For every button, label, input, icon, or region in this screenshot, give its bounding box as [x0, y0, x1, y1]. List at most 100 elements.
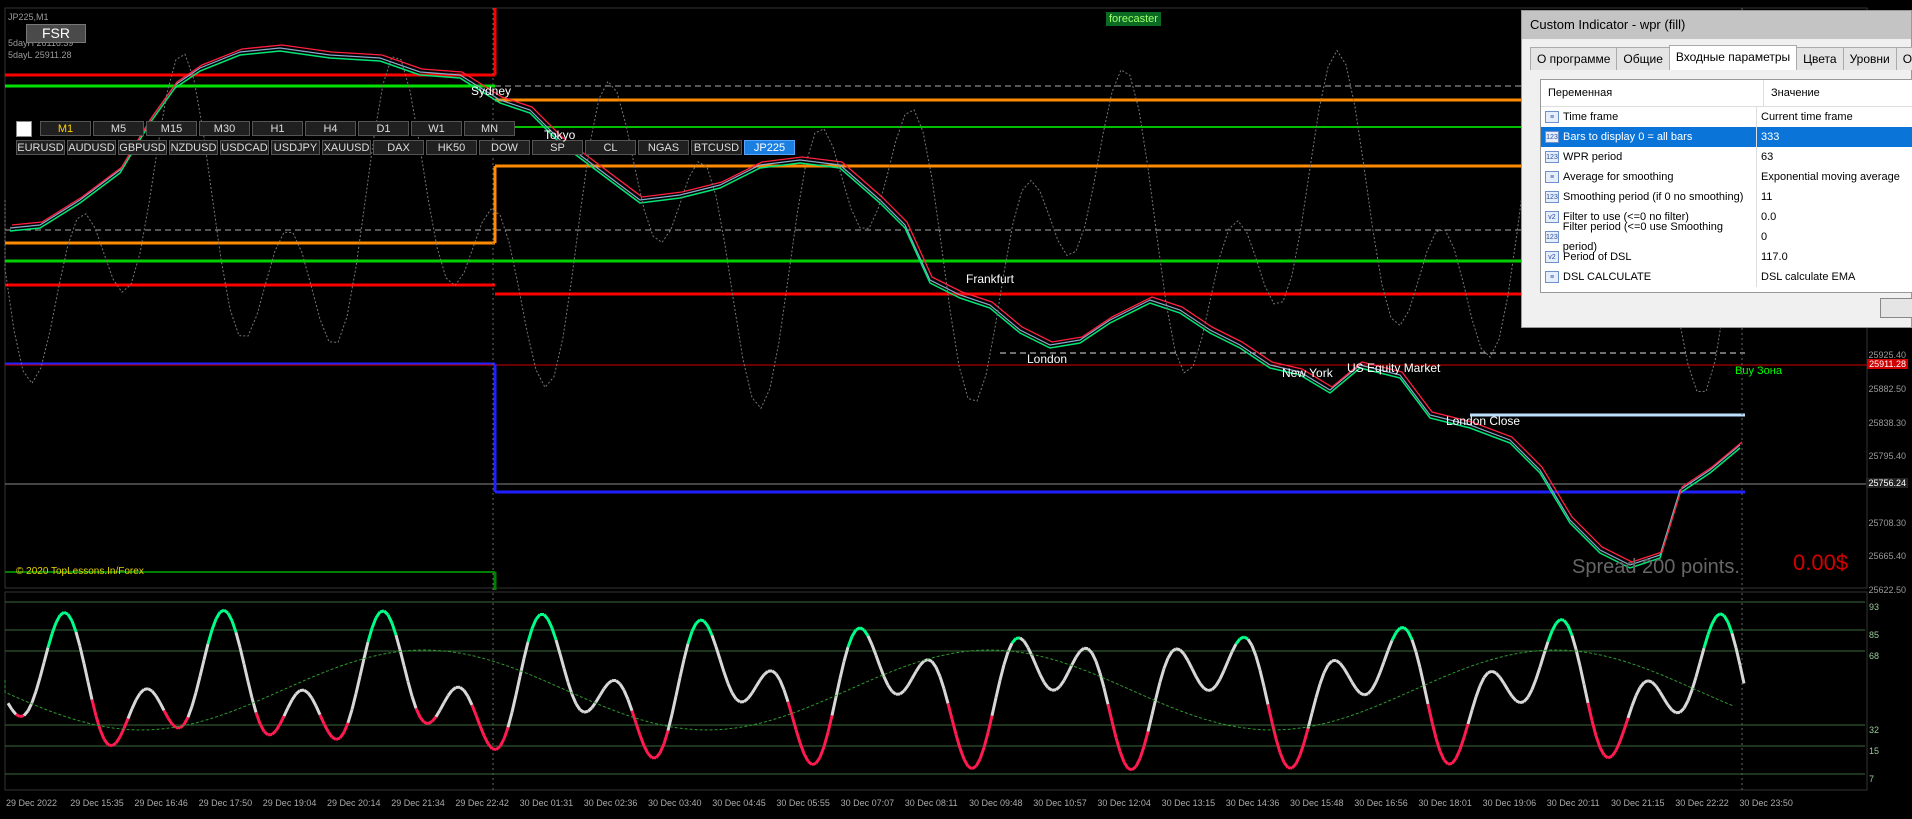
symbol-dax[interactable]: DAX [373, 140, 424, 155]
parameter-name-cell: 123 Filter period (<=0 use Smoothing peri… [1541, 221, 1757, 253]
wpr-oscillator-segment [1566, 625, 1574, 637]
parameter-value[interactable]: Exponential moving average [1757, 167, 1900, 187]
wpr-oscillator-segment [674, 677, 682, 697]
wpr-oscillator-segment [778, 679, 786, 691]
wpr-oscillator-segment [1634, 686, 1642, 697]
fsr-button[interactable]: FSR [26, 24, 86, 43]
wpr-oscillator-segment [626, 698, 634, 712]
wpr-oscillator-segment [63, 610, 69, 616]
parameter-row[interactable]: ≡ Time frame Current time frame [1541, 107, 1912, 127]
wpr-oscillator-segment [1122, 761, 1130, 770]
ok-button[interactable] [1880, 298, 1912, 318]
timeframe-mn[interactable]: MN [464, 121, 515, 136]
timeframe-h4[interactable]: H4 [305, 121, 356, 136]
wpr-oscillator-segment [570, 693, 578, 705]
symbol-sp[interactable]: SP [532, 140, 583, 155]
wpr-oscillator-segment [90, 699, 98, 717]
wpr-oscillator-segment [451, 686, 457, 692]
symbol-jp225[interactable]: JP225 [744, 140, 795, 155]
symbol-usdcad[interactable]: USDCAD [220, 140, 269, 155]
wpr-oscillator-segment [682, 643, 690, 660]
wpr-oscillator-segment [1715, 612, 1721, 618]
wpr-oscillator-segment [666, 713, 674, 731]
parameter-row[interactable]: 123 Smoothing period (if 0 no smoothing) 1… [1541, 187, 1912, 207]
symbol-nzdusd[interactable]: NZDUSD [169, 140, 218, 155]
wpr-oscillator-segment [1034, 664, 1042, 676]
timeframe-m5[interactable]: M5 [93, 121, 144, 136]
timeframe-w1[interactable]: W1 [411, 121, 462, 136]
tab-2[interactable]: Входные параметры [1668, 45, 1798, 70]
parameter-name-cell: ≡ Time frame [1541, 107, 1757, 127]
symbol-audusd[interactable]: AUDUSD [67, 140, 116, 155]
symbol-ngas[interactable]: NGAS [638, 140, 689, 155]
symbol-eurusd[interactable]: EURUSD [16, 140, 65, 155]
timeframe-m15[interactable]: M15 [146, 121, 197, 136]
wpr-oscillator-segment [1666, 704, 1674, 712]
tab-4[interactable]: Уровни [1842, 47, 1897, 70]
symbol-dow[interactable]: DOW [479, 140, 530, 155]
parameter-value[interactable]: 333 [1757, 127, 1779, 147]
wpr-oscillator-segment [114, 736, 122, 744]
wpr-oscillator-segment [466, 695, 474, 706]
wpr-oscillator-segment [1738, 664, 1746, 684]
wpr-oscillator-segment [562, 667, 570, 683]
wpr-oscillator-segment [1690, 676, 1698, 691]
time-tick: 30 Dec 05:55 [776, 798, 830, 808]
wpr-oscillator-segment [1598, 746, 1606, 756]
wpr-oscillator-segment [1234, 637, 1242, 645]
parameter-value[interactable]: 11 [1757, 187, 1772, 207]
tab-1[interactable]: Общие [1616, 47, 1670, 70]
session-label: Tokyo [544, 128, 576, 142]
parameter-value[interactable]: 117.0 [1757, 247, 1788, 267]
time-tick: 30 Dec 15:48 [1290, 798, 1344, 808]
parameter-row[interactable]: 123 Bars to display 0 = all bars 333 [1541, 127, 1912, 147]
parameter-value[interactable]: 0 [1757, 227, 1767, 247]
wpr-oscillator-segment [750, 685, 758, 694]
forecaster-label[interactable]: forecaster [1106, 12, 1161, 26]
enum-type-icon: ≡ [1545, 111, 1559, 123]
wpr-oscillator-segment [902, 684, 910, 692]
tab-5[interactable]: Отображение [1895, 47, 1912, 70]
timeframe-m1[interactable]: M1 [40, 121, 91, 136]
integer-type-icon: 123 [1545, 231, 1559, 243]
tab-3[interactable]: Цвета [1796, 47, 1844, 70]
tab-0[interactable]: О программе [1530, 47, 1618, 70]
wpr-oscillator-segment [1178, 648, 1186, 656]
wpr-oscillator-segment [1055, 685, 1061, 691]
wpr-oscillator-segment [1262, 686, 1270, 705]
parameter-value[interactable]: 63 [1757, 147, 1773, 167]
parameter-row[interactable]: v2 Period of DSL 117.0 [1541, 247, 1912, 267]
parameter-row[interactable]: ≡ DSL CALCULATE DSL calculate EMA [1541, 267, 1912, 287]
wpr-oscillator-segment [238, 646, 246, 665]
timeframe-m30[interactable]: M30 [199, 121, 250, 136]
symbol-gbpusd[interactable]: GBPUSD [118, 140, 167, 155]
timeframe-h1[interactable]: H1 [252, 121, 303, 136]
wpr-oscillator-segment [442, 695, 450, 704]
dialog-tabs: О программе Общие Входные параметры Цвета Ур… [1530, 45, 1912, 72]
parameter-row[interactable]: 123 Filter period (<=0 use Smoothing peri… [1541, 221, 1912, 253]
symbol-btcusd[interactable]: BTCUSD [691, 140, 742, 155]
wpr-oscillator-segment [1470, 696, 1478, 711]
wpr-oscillator-segment [1354, 687, 1362, 694]
parameter-value[interactable]: 0.0 [1757, 207, 1776, 227]
time-tick: 30 Dec 13:15 [1161, 798, 1216, 808]
timeframe-d1[interactable]: D1 [358, 121, 409, 136]
parameter-value[interactable]: DSL calculate EMA [1757, 267, 1855, 287]
wpr-oscillator-segment [558, 653, 566, 669]
wpr-oscillator-segment [498, 738, 506, 748]
wpr-oscillator-segment [1310, 697, 1318, 714]
symbol-cl[interactable]: CL [585, 140, 636, 155]
time-tick: 30 Dec 18:01 [1418, 798, 1472, 808]
symbol-usdjpy[interactable]: USDJPY [271, 140, 320, 155]
wpr-oscillator-segment [1570, 635, 1578, 650]
parameter-row[interactable]: ≡ Average for smoothing Exponential moving… [1541, 167, 1912, 187]
parameter-row[interactable]: 123 WPR period 63 [1541, 147, 1912, 167]
wpr-oscillator-segment [1186, 660, 1194, 670]
parameter-value[interactable]: Current time frame [1757, 107, 1853, 127]
symbol-xauusd[interactable]: XAUUSD [322, 140, 371, 155]
toggle-checkbox[interactable] [16, 121, 32, 137]
copyright-text: © 2020 TopLessons.In/Forex [16, 566, 144, 577]
five-day-low: 5dayL 25911.28 [8, 50, 72, 60]
wpr-oscillator-segment [166, 717, 174, 725]
symbol-hk50[interactable]: HK50 [426, 140, 477, 155]
